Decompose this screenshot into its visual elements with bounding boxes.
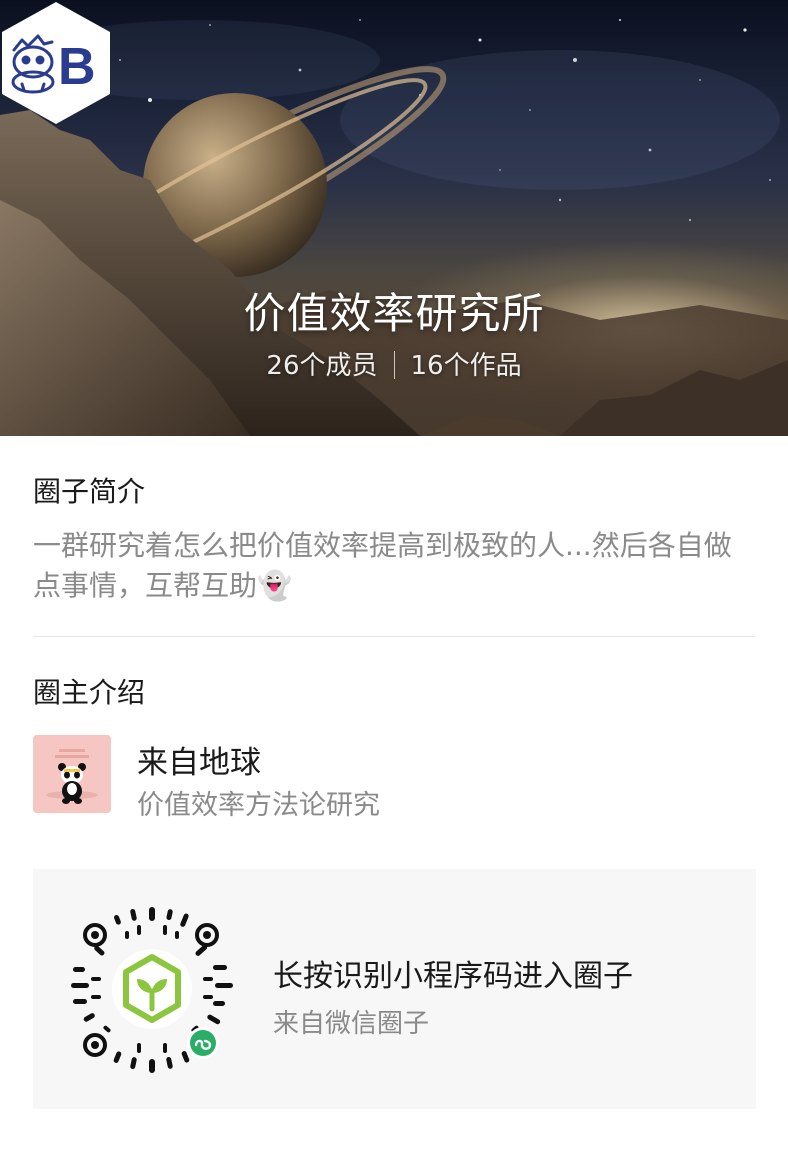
- club-title: 价值效率研究所: [243, 289, 545, 338]
- intro-heading: 圈子简介: [33, 475, 146, 508]
- owner-description: 价值效率方法论研究: [137, 790, 380, 821]
- section-divider: [33, 636, 755, 637]
- works-count[interactable]: 16个作品: [411, 351, 522, 381]
- circles-logo-icon: [112, 949, 192, 1029]
- qr-card[interactable]: 长按识别小程序码进入圈子 来自微信圈子: [33, 869, 756, 1109]
- wechat-mini-program-icon: [187, 1027, 219, 1059]
- svg-text:B: B: [58, 38, 96, 96]
- mini-program-code[interactable]: [67, 905, 237, 1075]
- qr-source: 来自微信圈子: [273, 1009, 430, 1039]
- intro-text: 一群研究着怎么把价值效率提高到极致的人...然后各自做点事情，互帮互助👻: [33, 529, 732, 602]
- club-stats: 26个成员 16个作品: [0, 345, 788, 382]
- owner-heading: 圈主介绍: [33, 676, 146, 709]
- stats-divider: [393, 351, 395, 379]
- member-count[interactable]: 26个成员: [266, 351, 377, 381]
- owner-name[interactable]: 来自地球: [137, 737, 261, 782]
- owner-avatar[interactable]: [33, 735, 111, 813]
- club-logo-icon: B: [2, 2, 110, 124]
- hero-banner: B 价值效率研究所 26个成员 16个作品: [0, 0, 788, 436]
- panda-avatar-icon: [33, 735, 111, 813]
- qr-instruction: 长按识别小程序码进入圈子: [273, 959, 633, 994]
